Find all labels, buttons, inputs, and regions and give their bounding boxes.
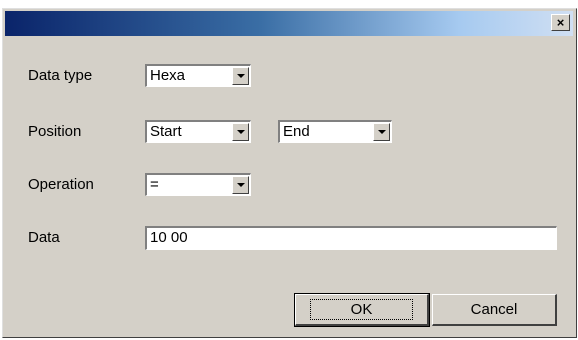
data-type-select[interactable]: Hexa	[145, 64, 251, 87]
operation-value: =	[150, 176, 159, 193]
cancel-button-label: Cancel	[470, 301, 518, 318]
chevron-down-icon[interactable]	[373, 123, 390, 141]
chevron-down-icon[interactable]	[232, 176, 249, 194]
cancel-button[interactable]: Cancel	[432, 294, 557, 326]
close-icon: ×	[556, 15, 565, 30]
title-bar[interactable]: ×	[5, 11, 573, 36]
ok-button[interactable]: OK	[294, 293, 430, 327]
data-type-value: Hexa	[150, 67, 186, 84]
ok-button-label: OK	[309, 299, 414, 320]
position-end-value: End	[283, 123, 310, 140]
chevron-down-icon[interactable]	[232, 67, 249, 85]
data-label: Data	[28, 229, 60, 246]
position-end-select[interactable]: End	[278, 120, 392, 143]
dialog-window: × Data type Hexa Position Start End Oper…	[2, 8, 577, 338]
chevron-down-icon[interactable]	[232, 123, 249, 141]
position-label: Position	[28, 123, 82, 140]
operation-label: Operation	[28, 176, 94, 193]
position-start-value: Start	[150, 123, 182, 140]
position-start-select[interactable]: Start	[145, 120, 251, 143]
operation-select[interactable]: =	[145, 173, 251, 196]
data-input[interactable]: 10 00	[145, 226, 557, 250]
close-button[interactable]: ×	[551, 14, 570, 31]
data-type-label: Data type	[28, 67, 93, 84]
